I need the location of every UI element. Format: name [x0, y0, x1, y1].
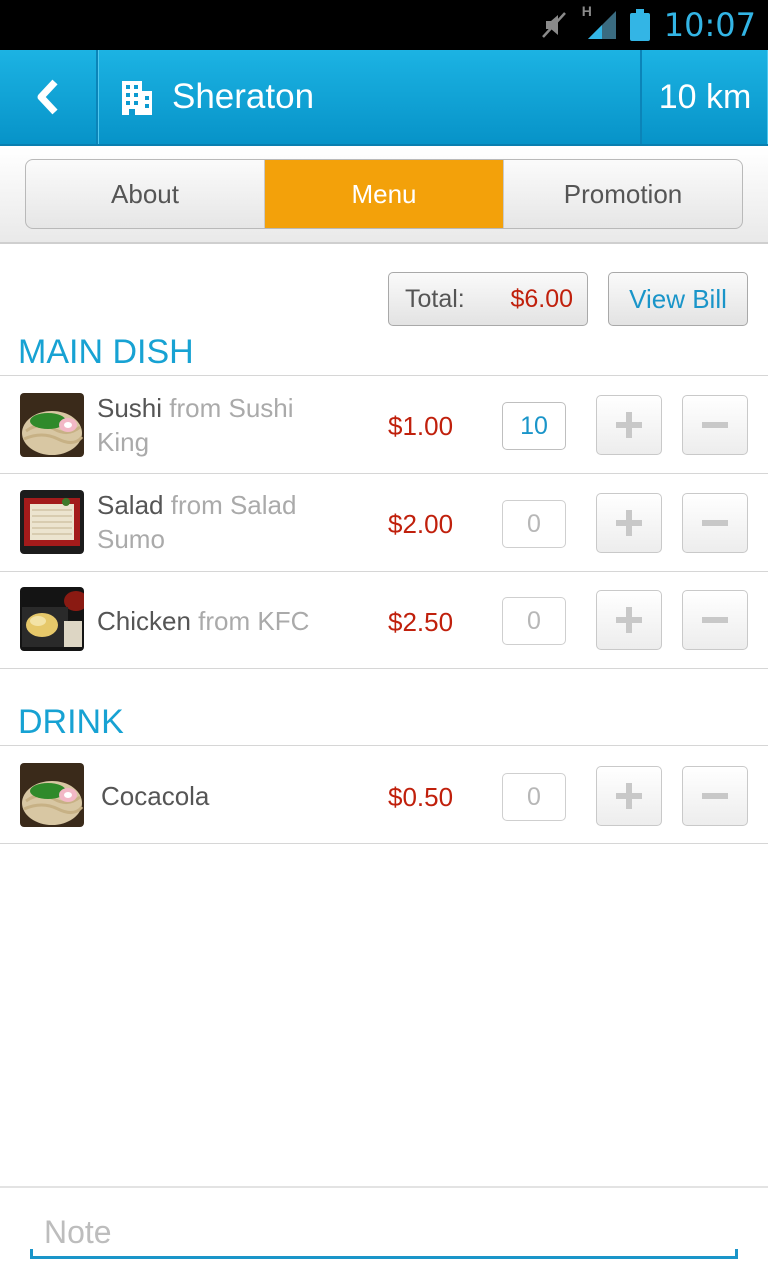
clock: 10:07 [663, 6, 756, 44]
section-title-drink: DRINK [18, 703, 124, 741]
back-button[interactable] [0, 50, 98, 144]
item-thumbnail [20, 490, 84, 554]
dish-name: Cocacola [101, 781, 210, 811]
increase-button[interactable] [596, 590, 662, 650]
item-price: $2.50 [388, 607, 454, 637]
tab-bar: About Menu Promotion [0, 148, 768, 244]
increase-button[interactable] [596, 766, 662, 826]
item-thumbnail [20, 393, 84, 457]
battery-icon [629, 9, 650, 41]
status-bar: H 10:07 [0, 0, 768, 50]
note-area [0, 1186, 768, 1280]
quantity-field[interactable]: 0 [502, 597, 566, 645]
note-input[interactable] [30, 1206, 738, 1258]
total-label: Total: [405, 284, 465, 313]
mute-icon [540, 10, 568, 40]
segmented-tabs: About Menu Promotion [25, 159, 743, 229]
view-bill-button[interactable]: View Bill [608, 272, 748, 326]
list-item: Salad from Salad Sumo $2.00 0 [0, 474, 768, 570]
item-price: $2.00 [388, 509, 454, 539]
item-thumbnail [20, 763, 84, 827]
network-type-label: H [581, 3, 592, 19]
increase-button[interactable] [596, 493, 662, 553]
decrease-button[interactable] [682, 493, 748, 553]
tab-promotion[interactable]: Promotion [503, 160, 742, 228]
dish-name: Sushi [97, 393, 163, 423]
minus-icon [702, 422, 728, 428]
total-button[interactable]: Total: $6.00 [388, 272, 588, 326]
total-value: $6.00 [510, 284, 573, 313]
dish-name: Chicken [97, 606, 191, 636]
action-bar: Sheraton 10 km [0, 50, 768, 146]
section-title-main-dish: MAIN DISH [18, 333, 194, 371]
minus-icon [702, 793, 728, 799]
item-name: Chicken from KFC [97, 604, 337, 638]
quantity-field[interactable]: 10 [502, 402, 566, 450]
dish-source: from KFC [198, 606, 310, 636]
decrease-button[interactable] [682, 766, 748, 826]
list-item: Cocacola $0.50 0 [0, 746, 768, 842]
quantity-field[interactable]: 0 [502, 500, 566, 548]
quantity-field[interactable]: 0 [502, 773, 566, 821]
minus-icon [702, 617, 728, 623]
plus-icon [616, 510, 642, 536]
item-price: $1.00 [388, 411, 454, 441]
item-name: Salad from Salad Sumo [97, 488, 337, 556]
plus-icon [616, 412, 642, 438]
page-title: Sheraton [172, 77, 315, 116]
list-item: Sushi from Sushi King $1.00 10 [0, 376, 768, 472]
decrease-button[interactable] [682, 590, 748, 650]
tab-about[interactable]: About [26, 160, 264, 228]
distance-label: 10 km [640, 50, 768, 144]
decrease-button[interactable] [682, 395, 748, 455]
item-thumbnail [20, 587, 84, 651]
dish-name: Salad [97, 490, 164, 520]
header-title-group: Sheraton [98, 50, 640, 144]
item-name: Cocacola [101, 779, 341, 813]
minus-icon [702, 520, 728, 526]
divider [0, 843, 768, 844]
list-item: Chicken from KFC $2.50 0 [0, 572, 768, 668]
signal-icon: H [582, 3, 616, 41]
divider [0, 668, 768, 669]
plus-icon [616, 607, 642, 633]
item-price: $0.50 [388, 782, 454, 812]
back-icon [37, 79, 58, 115]
note-underline [30, 1249, 738, 1259]
plus-icon [616, 783, 642, 809]
increase-button[interactable] [596, 395, 662, 455]
item-name: Sushi from Sushi King [97, 391, 337, 459]
building-icon [122, 81, 152, 115]
tab-menu[interactable]: Menu [264, 160, 503, 228]
